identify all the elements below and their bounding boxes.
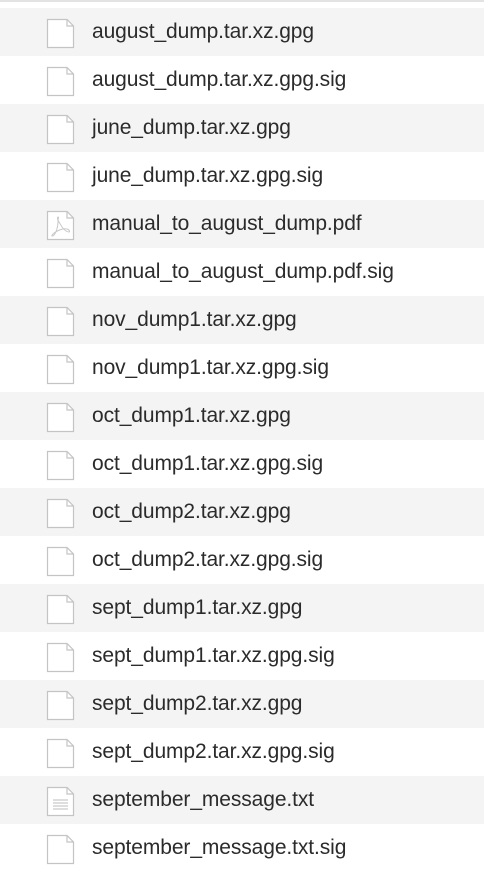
generic-file-icon — [46, 162, 75, 193]
generic-file-icon — [46, 402, 75, 433]
file-row[interactable]: nov_dump1.tar.xz.gpg — [0, 296, 484, 344]
file-row[interactable]: august_dump.tar.xz.gpg.sig — [0, 56, 484, 104]
file-name[interactable]: manual_to_august_dump.pdf — [92, 200, 362, 248]
pdf-file-icon — [46, 210, 75, 241]
generic-file-icon — [46, 642, 75, 673]
file-row[interactable]: manual_to_august_dump.pdf.sig — [0, 248, 484, 296]
generic-file-icon — [46, 258, 75, 289]
file-list: august_dump.tar.xz.gpg august_dump.tar.xz… — [0, 0, 484, 866]
file-name[interactable]: sept_dump2.tar.xz.gpg.sig — [92, 728, 335, 776]
file-row[interactable]: september_message.txt — [0, 776, 484, 824]
file-name[interactable]: oct_dump2.tar.xz.gpg — [92, 488, 291, 536]
file-name[interactable]: sept_dump2.tar.xz.gpg — [92, 680, 302, 728]
file-name[interactable]: june_dump.tar.xz.gpg — [92, 104, 291, 152]
file-name[interactable]: september_message.txt.sig — [92, 824, 346, 872]
file-row[interactable]: june_dump.tar.xz.gpg — [0, 104, 484, 152]
file-name[interactable]: nov_dump1.tar.xz.gpg.sig — [92, 344, 329, 392]
generic-file-icon — [46, 498, 75, 529]
file-row[interactable]: oct_dump1.tar.xz.gpg — [0, 392, 484, 440]
file-row[interactable]: sept_dump2.tar.xz.gpg — [0, 680, 484, 728]
file-name[interactable]: september_message.txt — [92, 776, 314, 824]
generic-file-icon — [46, 18, 75, 49]
generic-file-icon — [46, 450, 75, 481]
file-name[interactable]: manual_to_august_dump.pdf.sig — [92, 248, 394, 296]
generic-file-icon — [46, 306, 75, 337]
file-row[interactable]: august_dump.tar.xz.gpg — [0, 8, 484, 56]
generic-file-icon — [46, 114, 75, 145]
file-name[interactable]: sept_dump1.tar.xz.gpg.sig — [92, 632, 335, 680]
file-row[interactable]: oct_dump2.tar.xz.gpg.sig — [0, 536, 484, 584]
file-row[interactable]: september_message.txt.sig — [0, 824, 484, 872]
file-name[interactable]: june_dump.tar.xz.gpg.sig — [92, 152, 323, 200]
generic-file-icon — [46, 546, 75, 577]
generic-file-icon — [46, 738, 75, 769]
generic-file-icon — [46, 834, 75, 865]
file-name[interactable]: oct_dump1.tar.xz.gpg — [92, 392, 291, 440]
file-row[interactable]: sept_dump2.tar.xz.gpg.sig — [0, 728, 484, 776]
generic-file-icon — [46, 594, 75, 625]
file-name[interactable]: nov_dump1.tar.xz.gpg — [92, 296, 297, 344]
file-name[interactable]: sept_dump1.tar.xz.gpg — [92, 584, 302, 632]
file-row[interactable]: manual_to_august_dump.pdf — [0, 200, 484, 248]
file-name[interactable]: oct_dump1.tar.xz.gpg.sig — [92, 440, 323, 488]
file-name[interactable]: august_dump.tar.xz.gpg — [92, 8, 314, 56]
file-row[interactable]: oct_dump1.tar.xz.gpg.sig — [0, 440, 484, 488]
file-name[interactable]: august_dump.tar.xz.gpg.sig — [92, 56, 346, 104]
text-file-icon — [46, 786, 75, 817]
file-row[interactable]: june_dump.tar.xz.gpg.sig — [0, 152, 484, 200]
file-row[interactable]: sept_dump1.tar.xz.gpg — [0, 584, 484, 632]
generic-file-icon — [46, 690, 75, 721]
generic-file-icon — [46, 66, 75, 97]
file-row[interactable]: oct_dump2.tar.xz.gpg — [0, 488, 484, 536]
file-name[interactable]: oct_dump2.tar.xz.gpg.sig — [92, 536, 323, 584]
generic-file-icon — [46, 354, 75, 385]
file-row[interactable]: sept_dump1.tar.xz.gpg.sig — [0, 632, 484, 680]
file-row[interactable]: nov_dump1.tar.xz.gpg.sig — [0, 344, 484, 392]
list-top-divider — [0, 0, 484, 2]
